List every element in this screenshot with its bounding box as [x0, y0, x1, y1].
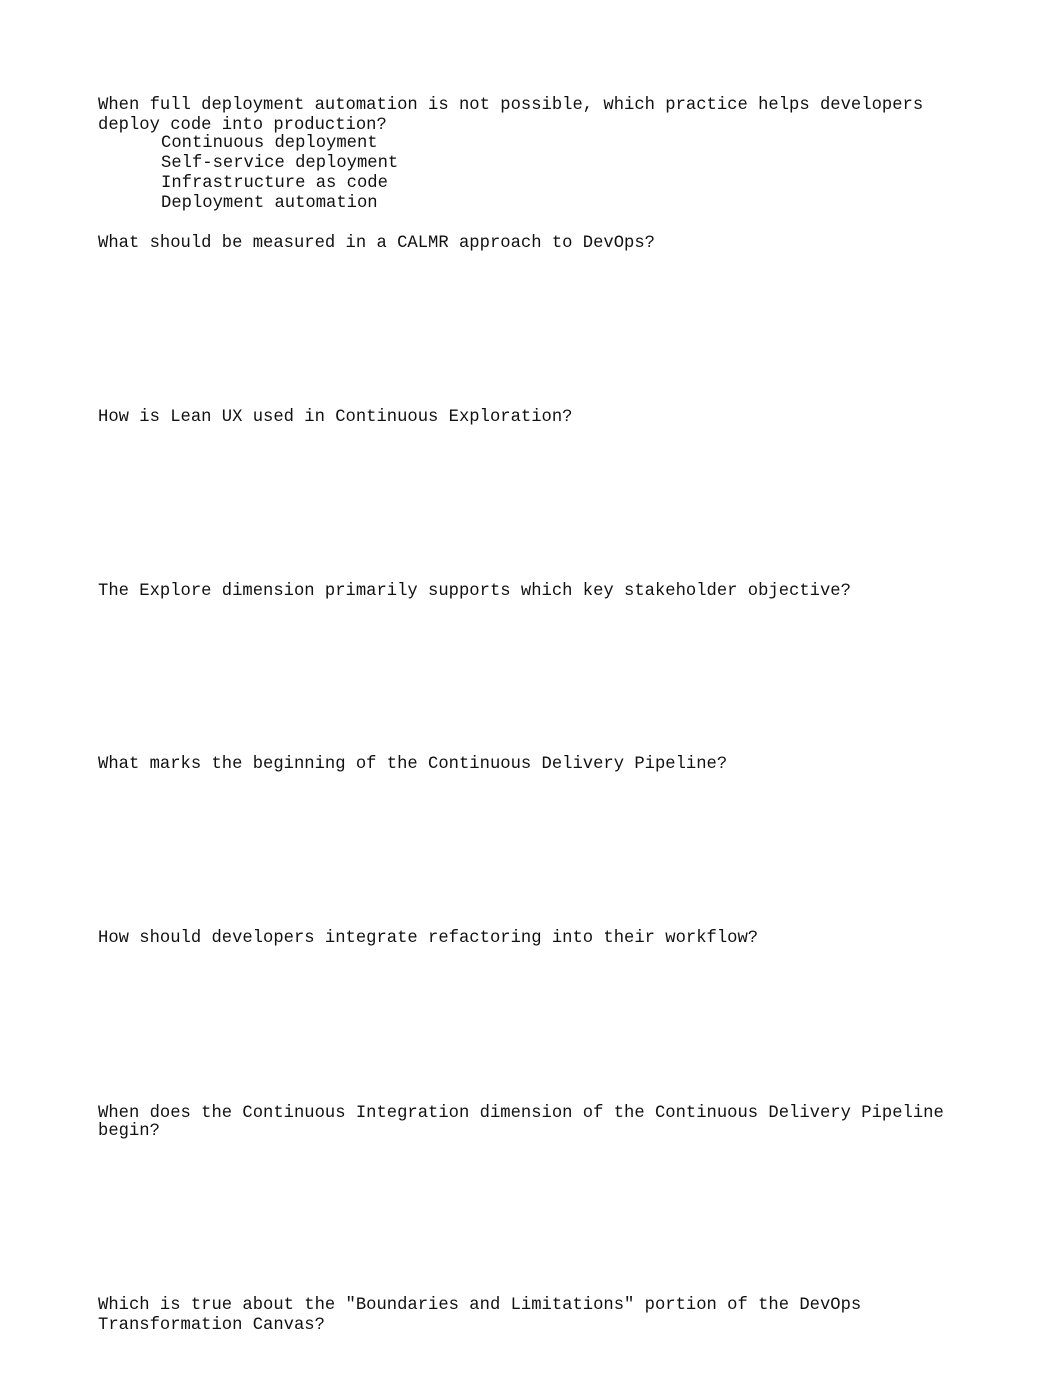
question-text: Transformation Canvas? [98, 1316, 325, 1335]
question-4: The Explore dimension primarily supports… [98, 582, 851, 601]
question-text: deploy code into production? [98, 116, 387, 135]
question-text: When does the Continuous Integration dim… [98, 1104, 944, 1123]
question-text: When full deployment automation is not p… [98, 96, 924, 115]
question-6: How should developers integrate refactor… [98, 929, 759, 948]
question-5: What marks the beginning of the Continuo… [98, 755, 728, 774]
question-2: What should be measured in a CALMR appro… [98, 234, 655, 253]
question-3: How is Lean UX used in Continuous Explor… [98, 408, 573, 427]
answer-option: Self-service deployment [161, 154, 399, 173]
answer-option: Infrastructure as code [161, 174, 388, 193]
document-page: When full deployment automation is not p… [0, 0, 1062, 1377]
question-text: begin? [98, 1122, 160, 1141]
question-text: Which is true about the "Boundaries and … [98, 1296, 862, 1315]
answer-option: Continuous deployment [161, 134, 378, 153]
answer-option: Deployment automation [161, 194, 378, 213]
